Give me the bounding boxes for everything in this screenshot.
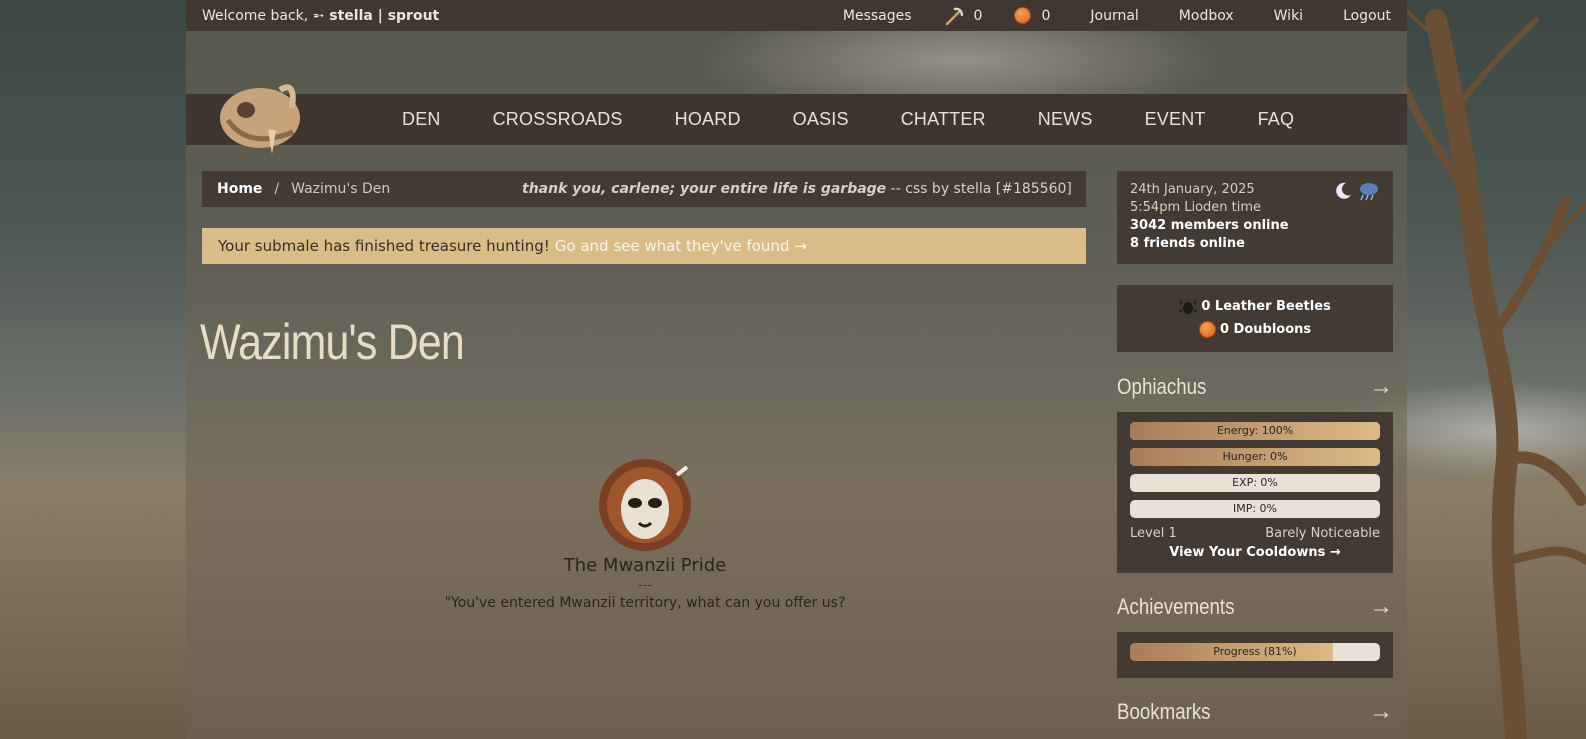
members-online[interactable]: 3042 members online <box>1130 218 1289 233</box>
pride-name: The Mwanzii Pride <box>563 555 727 576</box>
welcome-prefix: Welcome back, <box>202 7 309 24</box>
achievements-progress-bar: Progress (81%) <box>1130 643 1380 661</box>
top-bar-links: Messages 0 0 Journal Modbox Wiki Logout <box>803 6 1391 26</box>
doubloons-count: 0 Doubloons <box>1219 322 1312 337</box>
username-link[interactable]: ➵ stella | sprout <box>313 8 440 24</box>
lion-section-header[interactable]: Ophiachus → <box>1117 373 1393 401</box>
level-text: Level 1 <box>1130 526 1177 541</box>
achievements-arrow-icon[interactable]: → <box>1369 593 1393 621</box>
breadcrumb-current: Wazimu's Den <box>291 181 391 197</box>
friends-online[interactable]: 8 friends online <box>1130 236 1245 251</box>
achievements-panel: Progress (81%) <box>1117 632 1393 678</box>
doubloons-row[interactable]: 0 Doubloons <box>1117 318 1393 341</box>
nav-crossroads[interactable]: CROSSROADS <box>493 109 623 130</box>
level-row: Level 1 Barely Noticeable <box>1130 526 1380 541</box>
pride-quote: "You've entered Mwanzii territory, what … <box>444 595 846 611</box>
cooldowns-link[interactable]: View Your Cooldowns → <box>1130 545 1380 560</box>
pride-block: The Mwanzii Pride --- "You've entered Mw… <box>440 455 850 611</box>
imp-label: IMP: 0% <box>1232 502 1278 515</box>
stats-panel: Energy: 100% Hunger: 0% EXP: 0% IMP: 0% … <box>1117 412 1393 573</box>
pride-divider: --- <box>637 578 653 593</box>
notice-text: Your submale has finished treasure hunti… <box>218 237 550 255</box>
treasure-notice: Your submale has finished treasure hunti… <box>202 228 1086 264</box>
breadcrumb-separator: / <box>274 181 280 197</box>
pickaxe-icon <box>945 7 963 25</box>
currency-panel: 0 Leather Beetles 0 Doubloons <box>1117 285 1393 352</box>
breadcrumb: Home / Wazimu's Den thank you, carlene; … <box>202 171 1086 207</box>
header-quote: thank you, carlene; your entire life is … <box>522 181 1072 197</box>
doubloon-icon <box>1198 321 1216 338</box>
notice-link[interactable]: Go and see what they've found → <box>555 237 807 255</box>
doubloon-counter[interactable]: 0 <box>1014 7 1050 24</box>
nav-den[interactable]: DEN <box>402 109 441 130</box>
bookmarks-arrow-icon[interactable]: → <box>1369 698 1393 726</box>
doubloon-icon <box>1014 7 1032 24</box>
exp-label: EXP: 0% <box>1232 476 1278 489</box>
top-bar: Welcome back, ➵ stella | sprout Messages… <box>186 0 1407 31</box>
page-title: Wazimu's Den <box>200 314 465 370</box>
nav-news[interactable]: NEWS <box>1038 109 1093 130</box>
main-nav: DEN CROSSROADS HOARD OASIS CHATTER NEWS … <box>186 94 1407 145</box>
rain-cloud-icon <box>1360 183 1378 201</box>
nav-chatter[interactable]: CHATTER <box>901 109 986 130</box>
nav-faq[interactable]: FAQ <box>1258 109 1295 130</box>
modbox-link[interactable]: Modbox <box>1179 8 1234 24</box>
time-panel: 24th January, 2025 5:54pm Lioden time 30… <box>1117 171 1393 264</box>
lion-name[interactable]: Ophiachus <box>1117 374 1206 400</box>
nav-event[interactable]: EVENT <box>1145 109 1206 130</box>
moon-icon <box>1336 182 1351 199</box>
pride-emblem[interactable] <box>595 455 695 551</box>
pickaxe-counter[interactable]: 0 <box>944 6 983 26</box>
nav-oasis[interactable]: OASIS <box>793 109 849 130</box>
lion-arrow-icon[interactable]: → <box>1369 373 1393 401</box>
header-quote-credit: -- css by stella [#185560] <box>886 181 1072 197</box>
wiki-link[interactable]: Wiki <box>1274 8 1303 24</box>
weather-icons <box>1333 181 1379 201</box>
imp-bar: IMP: 0% <box>1130 500 1380 518</box>
hunger-label: Hunger: 0% <box>1222 450 1288 463</box>
bookmarks-header[interactable]: Bookmarks → <box>1117 698 1393 726</box>
beetles-count: 0 Leather Beetles <box>1201 299 1331 314</box>
pickaxe-count: 0 <box>973 7 983 24</box>
hunger-bar: Hunger: 0% <box>1130 448 1380 466</box>
welcome-text: Welcome back, ➵ stella | sprout <box>202 8 439 24</box>
exp-bar: EXP: 0% <box>1130 474 1380 492</box>
achievements-header[interactable]: Achievements → <box>1117 593 1393 621</box>
header-quote-emphasis: thank you, carlene; your entire life is … <box>522 181 887 197</box>
level-description: Barely Noticeable <box>1265 526 1380 541</box>
achievements-progress-label: Progress (81%) <box>1213 645 1297 658</box>
energy-label: Energy: 100% <box>1216 424 1294 437</box>
energy-bar: Energy: 100% <box>1130 422 1380 440</box>
dead-tree-background <box>1396 0 1586 739</box>
beetle-icon <box>1179 300 1198 314</box>
bookmarks-title[interactable]: Bookmarks <box>1117 699 1211 725</box>
logout-link[interactable]: Logout <box>1343 8 1391 24</box>
breadcrumb-home[interactable]: Home <box>217 181 262 197</box>
achievements-title[interactable]: Achievements <box>1117 594 1234 620</box>
doubloon-count: 0 <box>1041 7 1051 24</box>
messages-link[interactable]: Messages <box>843 8 912 24</box>
time-text: 5:54pm Lioden time <box>1130 200 1262 215</box>
nav-hoard[interactable]: HOARD <box>675 109 741 130</box>
journal-link[interactable]: Journal <box>1090 8 1138 24</box>
beetles-row[interactable]: 0 Leather Beetles <box>1117 295 1393 318</box>
